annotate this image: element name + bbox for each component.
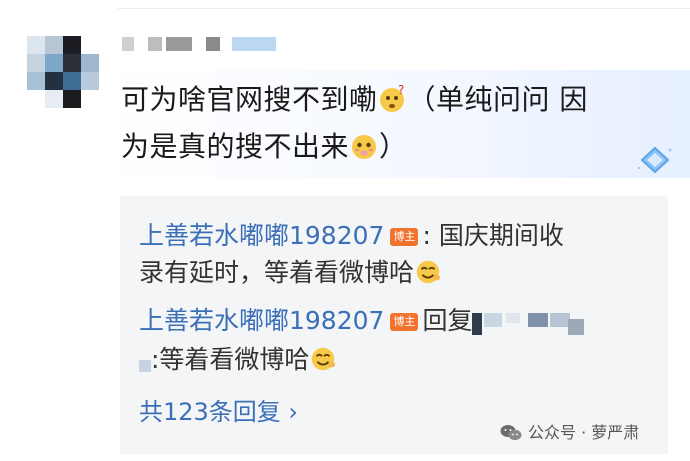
reply-1-cont: 录有延时，等着看微博哈 <box>139 256 442 290</box>
author-role-badge: 博主 <box>390 228 419 246</box>
wechat-icon <box>500 425 522 441</box>
divider <box>118 8 690 9</box>
avatar[interactable] <box>27 36 99 108</box>
comment-text-part: 可为啥官网搜不到嘞 <box>121 83 378 116</box>
diamond-badge-icon <box>637 146 672 174</box>
pleading-emoji-icon <box>352 135 377 159</box>
more-replies-link[interactable]: 共123条回复 › <box>139 395 298 429</box>
username-redacted[interactable] <box>122 37 282 51</box>
reply-prefix: 回复 <box>422 306 473 335</box>
comment-text: 可为啥官网搜不到嘞? （单纯问问 因 为是真的搜不出来 ） <box>121 76 661 170</box>
comment-text-part: ） <box>379 130 408 163</box>
redacted-username-tail <box>139 356 151 372</box>
comment-text-part: （单纯问问 因 <box>407 83 588 116</box>
watermark: 公众号 · 萝严肃 <box>500 418 639 448</box>
author-role-badge: 博主 <box>390 313 419 331</box>
reply-text: :等着看微博哈 <box>151 345 310 374</box>
reply-author-link[interactable]: 上善若水嘟嘟198207 <box>139 306 384 335</box>
redacted-username[interactable] <box>472 309 585 335</box>
reply-text: 国庆期间收 <box>438 221 564 250</box>
svg-text:?: ? <box>398 84 405 97</box>
reply-1: 上善若水嘟嘟198207 博主: 国庆期间收 <box>139 219 564 253</box>
grin-emoji-icon <box>312 347 336 371</box>
thinking-emoji-icon: ? <box>379 84 405 112</box>
grin-emoji-icon <box>416 260 441 284</box>
reply-text: 录有延时，等着看微博哈 <box>139 258 415 287</box>
reply-2-cont: :等着看微博哈 <box>139 343 337 377</box>
reply-separator: : <box>422 221 439 250</box>
reply-author-link[interactable]: 上善若水嘟嘟198207 <box>139 221 384 250</box>
reply-2: 上善若水嘟嘟198207 博主 回复 <box>139 304 585 338</box>
comment-text-part: 为是真的搜不出来 <box>121 130 350 163</box>
watermark-text: 公众号 · 萝严肃 <box>528 423 640 442</box>
